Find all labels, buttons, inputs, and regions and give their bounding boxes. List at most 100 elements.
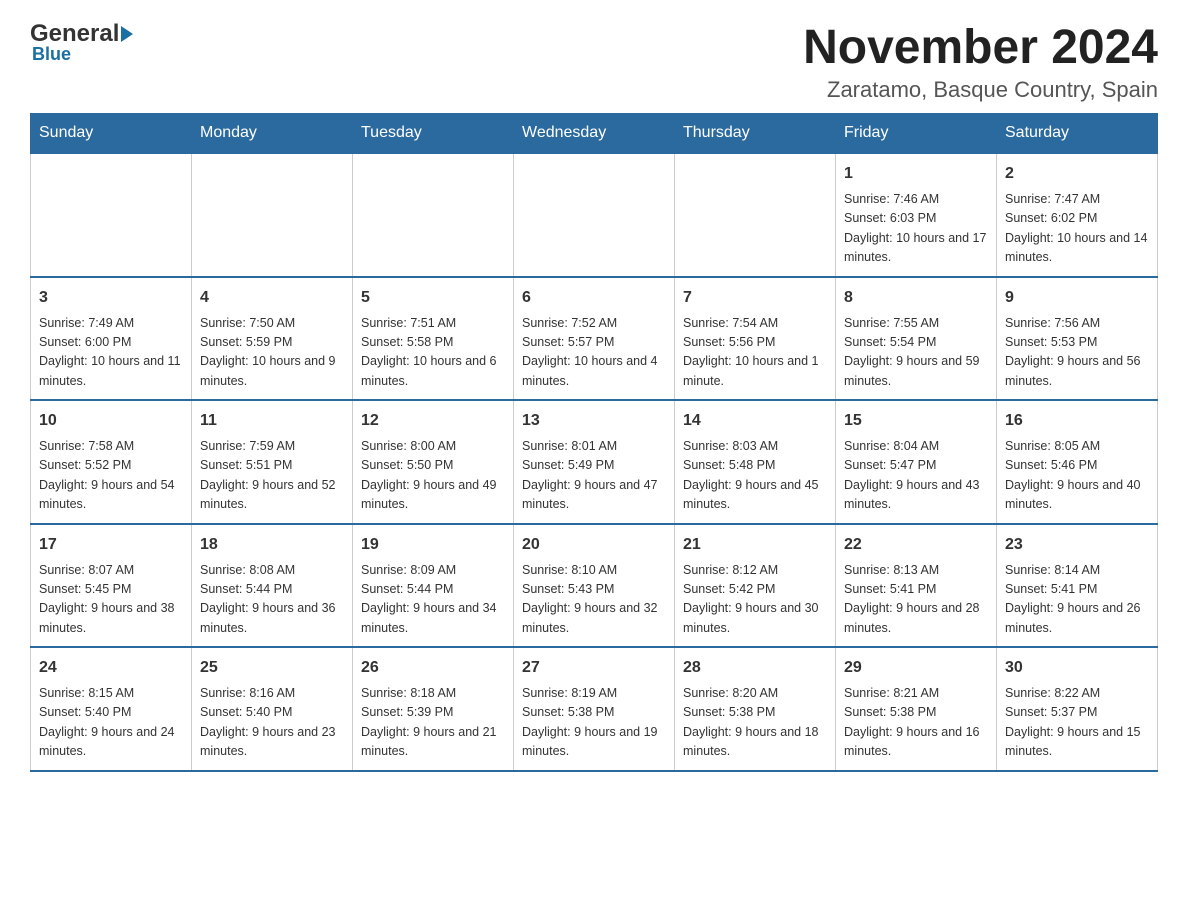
calendar-cell: 11 Sunrise: 7:59 AMSunset: 5:51 PMDayligh… <box>192 400 353 524</box>
calendar-title: November 2024 <box>803 20 1158 75</box>
day-info: Sunrise: 8:05 AMSunset: 5:46 PMDaylight:… <box>1005 437 1149 515</box>
day-info: Sunrise: 8:10 AMSunset: 5:43 PMDaylight:… <box>522 561 666 639</box>
day-number: 18 <box>200 533 344 557</box>
calendar-cell: 18Sunrise: 8:08 AMSunset: 5:44 PMDayligh… <box>192 524 353 648</box>
day-number: 9 <box>1005 286 1149 310</box>
calendar-cell: 1Sunrise: 7:46 AMSunset: 6:03 PMDaylight… <box>836 153 997 277</box>
day-info: Sunrise: 8:22 AMSunset: 5:37 PMDaylight:… <box>1005 684 1149 762</box>
calendar-header-row: SundayMondayTuesdayWednesdayThursdayFrid… <box>31 114 1158 154</box>
day-number: 15 <box>844 409 988 433</box>
day-info: Sunrise: 8:14 AMSunset: 5:41 PMDaylight:… <box>1005 561 1149 639</box>
calendar-cell: 21Sunrise: 8:12 AMSunset: 5:42 PMDayligh… <box>675 524 836 648</box>
day-info: Sunrise: 8:01 AMSunset: 5:49 PMDaylight:… <box>522 437 666 515</box>
day-info: Sunrise: 8:18 AMSunset: 5:39 PMDaylight:… <box>361 684 505 762</box>
weekday-header-tuesday: Tuesday <box>353 114 514 154</box>
day-number: 3 <box>39 286 183 310</box>
day-number: 12 <box>361 409 505 433</box>
calendar-cell: 10 Sunrise: 7:58 AMSunset: 5:52 PMDayligh… <box>31 400 192 524</box>
calendar-cell: 17 Sunrise: 8:07 AMSunset: 5:45 PMDayligh… <box>31 524 192 648</box>
calendar-subtitle: Zaratamo, Basque Country, Spain <box>803 77 1158 103</box>
calendar-week-4: 17 Sunrise: 8:07 AMSunset: 5:45 PMDayligh… <box>31 524 1158 648</box>
calendar-cell: 30 Sunrise: 8:22 AMSunset: 5:37 PMDayligh… <box>997 647 1158 771</box>
day-number: 6 <box>522 286 666 310</box>
calendar-week-2: 3 Sunrise: 7:49 AMSunset: 6:00 PMDaylight… <box>31 277 1158 401</box>
day-info: Sunrise: 8:13 AMSunset: 5:41 PMDaylight:… <box>844 561 988 639</box>
calendar-week-5: 24Sunrise: 8:15 AMSunset: 5:40 PMDayligh… <box>31 647 1158 771</box>
day-info: Sunrise: 7:54 AMSunset: 5:56 PMDaylight:… <box>683 314 827 392</box>
logo-blue-arrow <box>119 26 135 42</box>
calendar-cell: 13 Sunrise: 8:01 AMSunset: 5:49 PMDayligh… <box>514 400 675 524</box>
day-info: Sunrise: 8:00 AMSunset: 5:50 PMDaylight:… <box>361 437 505 515</box>
day-info: Sunrise: 7:50 AMSunset: 5:59 PMDaylight:… <box>200 314 344 392</box>
calendar-cell: 8Sunrise: 7:55 AMSunset: 5:54 PMDaylight… <box>836 277 997 401</box>
day-number: 14 <box>683 409 827 433</box>
day-number: 19 <box>361 533 505 557</box>
calendar-cell: 16 Sunrise: 8:05 AMSunset: 5:46 PMDayligh… <box>997 400 1158 524</box>
day-number: 22 <box>844 533 988 557</box>
calendar-cell <box>31 153 192 277</box>
calendar-cell: 6 Sunrise: 7:52 AMSunset: 5:57 PMDaylight… <box>514 277 675 401</box>
day-info: Sunrise: 8:19 AMSunset: 5:38 PMDaylight:… <box>522 684 666 762</box>
calendar-cell: 20Sunrise: 8:10 AMSunset: 5:43 PMDayligh… <box>514 524 675 648</box>
weekday-header-sunday: Sunday <box>31 114 192 154</box>
calendar-cell: 26 Sunrise: 8:18 AMSunset: 5:39 PMDayligh… <box>353 647 514 771</box>
calendar-cell <box>192 153 353 277</box>
weekday-header-monday: Monday <box>192 114 353 154</box>
day-number: 16 <box>1005 409 1149 433</box>
day-info: Sunrise: 7:52 AMSunset: 5:57 PMDaylight:… <box>522 314 666 392</box>
day-number: 13 <box>522 409 666 433</box>
day-info: Sunrise: 8:16 AMSunset: 5:40 PMDaylight:… <box>200 684 344 762</box>
day-number: 30 <box>1005 656 1149 680</box>
calendar-cell: 15 Sunrise: 8:04 AMSunset: 5:47 PMDayligh… <box>836 400 997 524</box>
calendar-cell: 2Sunrise: 7:47 AMSunset: 6:02 PMDaylight… <box>997 153 1158 277</box>
day-number: 11 <box>200 409 344 433</box>
day-info: Sunrise: 7:47 AMSunset: 6:02 PMDaylight:… <box>1005 190 1149 268</box>
weekday-header-wednesday: Wednesday <box>514 114 675 154</box>
calendar-cell: 3 Sunrise: 7:49 AMSunset: 6:00 PMDaylight… <box>31 277 192 401</box>
calendar-cell: 7 Sunrise: 7:54 AMSunset: 5:56 PMDaylight… <box>675 277 836 401</box>
day-info: Sunrise: 8:03 AMSunset: 5:48 PMDaylight:… <box>683 437 827 515</box>
calendar-week-1: 1Sunrise: 7:46 AMSunset: 6:03 PMDaylight… <box>31 153 1158 277</box>
day-info: Sunrise: 8:12 AMSunset: 5:42 PMDaylight:… <box>683 561 827 639</box>
calendar-cell: 25 Sunrise: 8:16 AMSunset: 5:40 PMDayligh… <box>192 647 353 771</box>
calendar-week-3: 10 Sunrise: 7:58 AMSunset: 5:52 PMDayligh… <box>31 400 1158 524</box>
day-info: Sunrise: 7:58 AMSunset: 5:52 PMDaylight:… <box>39 437 183 515</box>
day-info: Sunrise: 8:20 AMSunset: 5:38 PMDaylight:… <box>683 684 827 762</box>
calendar-cell: 12 Sunrise: 8:00 AMSunset: 5:50 PMDayligh… <box>353 400 514 524</box>
day-number: 17 <box>39 533 183 557</box>
logo: General Blue <box>30 20 135 65</box>
calendar-cell: 28 Sunrise: 8:20 AMSunset: 5:38 PMDayligh… <box>675 647 836 771</box>
calendar-cell: 27 Sunrise: 8:19 AMSunset: 5:38 PMDayligh… <box>514 647 675 771</box>
day-number: 4 <box>200 286 344 310</box>
day-info: Sunrise: 8:04 AMSunset: 5:47 PMDaylight:… <box>844 437 988 515</box>
day-number: 5 <box>361 286 505 310</box>
day-info: Sunrise: 7:51 AMSunset: 5:58 PMDaylight:… <box>361 314 505 392</box>
day-info: Sunrise: 7:55 AMSunset: 5:54 PMDaylight:… <box>844 314 988 392</box>
day-number: 26 <box>361 656 505 680</box>
calendar-table: SundayMondayTuesdayWednesdayThursdayFrid… <box>30 113 1158 772</box>
day-number: 10 <box>39 409 183 433</box>
logo-blue-text: Blue <box>32 44 71 65</box>
day-info: Sunrise: 7:59 AMSunset: 5:51 PMDaylight:… <box>200 437 344 515</box>
day-number: 24 <box>39 656 183 680</box>
day-info: Sunrise: 8:07 AMSunset: 5:45 PMDaylight:… <box>39 561 183 639</box>
weekday-header-thursday: Thursday <box>675 114 836 154</box>
calendar-cell: 24Sunrise: 8:15 AMSunset: 5:40 PMDayligh… <box>31 647 192 771</box>
title-area: November 2024 Zaratamo, Basque Country, … <box>803 20 1158 103</box>
header: General Blue November 2024 Zaratamo, Bas… <box>30 20 1158 103</box>
day-info: Sunrise: 7:49 AMSunset: 6:00 PMDaylight:… <box>39 314 183 392</box>
calendar-cell <box>514 153 675 277</box>
calendar-cell: 19Sunrise: 8:09 AMSunset: 5:44 PMDayligh… <box>353 524 514 648</box>
day-number: 25 <box>200 656 344 680</box>
calendar-cell <box>353 153 514 277</box>
calendar-cell: 14 Sunrise: 8:03 AMSunset: 5:48 PMDayligh… <box>675 400 836 524</box>
day-number: 29 <box>844 656 988 680</box>
calendar-cell: 29 Sunrise: 8:21 AMSunset: 5:38 PMDayligh… <box>836 647 997 771</box>
day-info: Sunrise: 7:46 AMSunset: 6:03 PMDaylight:… <box>844 190 988 268</box>
day-info: Sunrise: 8:21 AMSunset: 5:38 PMDaylight:… <box>844 684 988 762</box>
calendar-cell: 4 Sunrise: 7:50 AMSunset: 5:59 PMDaylight… <box>192 277 353 401</box>
calendar-cell <box>675 153 836 277</box>
day-number: 7 <box>683 286 827 310</box>
day-number: 28 <box>683 656 827 680</box>
day-number: 27 <box>522 656 666 680</box>
